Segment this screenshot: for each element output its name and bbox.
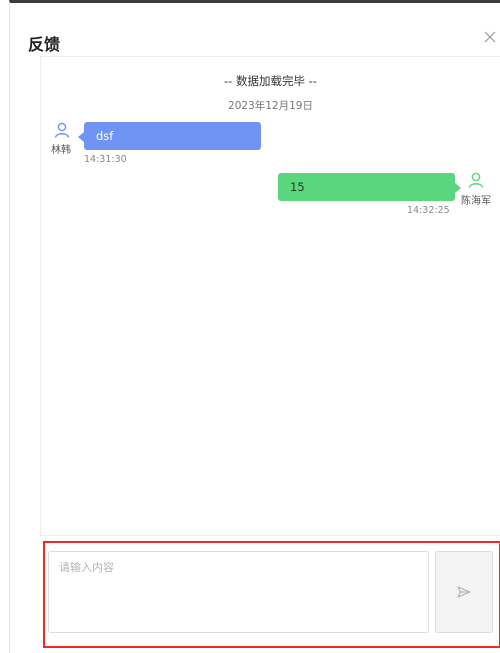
chat-panel: -- 数据加载完毕 -- 2023年12月19日 林韩 dsf 14:31:30… xyxy=(40,56,500,536)
dialog-title: 反馈 xyxy=(28,35,61,54)
message-bubble: 15 xyxy=(278,173,461,201)
user-icon xyxy=(54,122,70,138)
message-time: 14:32:25 xyxy=(407,205,450,216)
user-icon xyxy=(468,172,484,188)
close-icon[interactable] xyxy=(482,29,498,45)
data-loaded-notice: -- 数据加载完毕 -- xyxy=(224,74,317,88)
sender-name: 陈海军 xyxy=(461,196,491,207)
message-time: 14:31:30 xyxy=(84,154,127,165)
feedback-dialog: 反馈 -- 数据加载完毕 -- 2023年12月19日 林韩 dsf 14:31… xyxy=(9,0,500,653)
message-input[interactable] xyxy=(48,551,429,633)
composer-area xyxy=(43,541,500,648)
chat-date: 2023年12月19日 xyxy=(228,100,313,112)
sender-name: 林韩 xyxy=(51,145,71,156)
send-icon xyxy=(457,586,471,598)
message-bubble: dsf xyxy=(78,122,261,150)
send-button[interactable] xyxy=(435,551,493,633)
